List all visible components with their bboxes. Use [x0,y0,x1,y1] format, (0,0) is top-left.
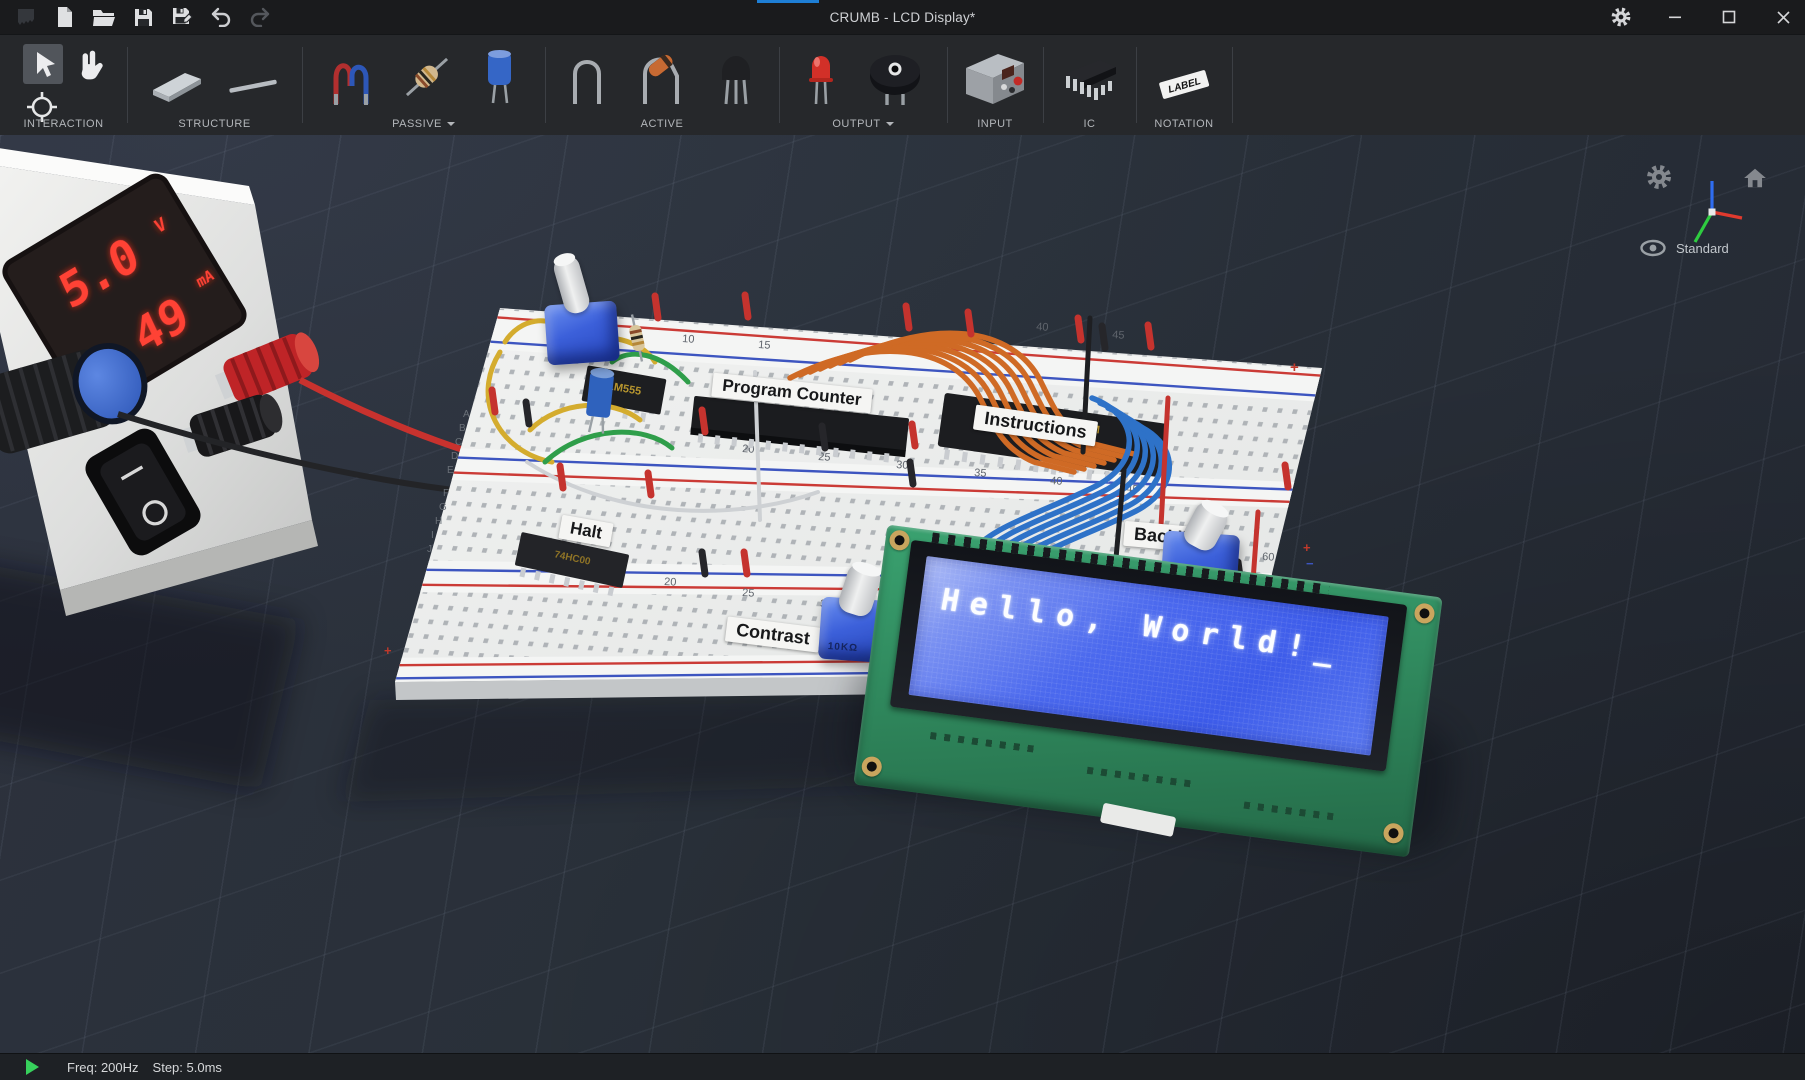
window-title: CRUMB - LCD Display* [0,0,1805,34]
hand-tool-button[interactable] [72,47,104,88]
component-diode-button[interactable] [636,48,686,111]
jumper-wire-icon [328,48,374,106]
component-wire-button[interactable] [225,66,281,111]
section-output: OUTPUT [779,35,947,135]
dropdown-caret-passive [447,122,455,130]
section-interaction: INTERACTION [0,35,127,135]
lcd-solder-pads [930,732,1040,753]
eye-icon [1640,239,1666,257]
section-label-notation: NOTATION [1136,118,1232,130]
component-label-button[interactable]: LABEL [1153,62,1215,111]
component-breadboard-button[interactable] [149,60,205,111]
svg-text:G: G [439,502,447,513]
play-button[interactable] [26,1059,39,1075]
svg-text:10: 10 [682,333,695,346]
section-input: INPUT [947,35,1043,135]
component-dip-chip-button[interactable] [1056,52,1124,111]
section-label-active: ACTIVE [545,118,779,130]
section-active: ACTIVE [545,35,779,135]
power-supply-icon [960,48,1030,106]
svg-text:40: 40 [1050,475,1063,488]
svg-text:+: + [384,643,392,658]
svg-text:−: − [1306,556,1314,571]
section-structure: STRUCTURE [127,35,302,135]
statusbar: Freq: 200Hz Step: 5.0ms [0,1053,1805,1080]
svg-text:J: J [427,544,432,555]
component-jumper-button[interactable] [328,48,374,111]
settings-gear-icon[interactable] [1609,5,1633,29]
svg-text:F: F [443,488,449,499]
section-label-input: INPUT [947,118,1043,130]
bent-wire-icon [566,48,608,106]
svg-text:20: 20 [664,576,677,589]
wire-icon [225,66,281,106]
breadboard-icon [149,60,205,106]
close-button[interactable] [1771,5,1795,29]
scene-settings-button[interactable] [1645,163,1673,196]
svg-text:I: I [431,530,434,541]
pot-value-label: 10KΩ [827,641,858,654]
dip-chip-icon [1056,52,1124,106]
dropdown-caret-output [886,122,894,130]
section-ic: IC [1043,35,1136,135]
svg-text:45: 45 [1112,329,1125,342]
titlebar: CRUMB - LCD Display* [0,0,1805,34]
svg-text:D: D [451,451,458,462]
svg-text:A: A [463,409,470,420]
svg-text:25: 25 [742,587,755,600]
diode-icon [636,48,686,106]
section-label-passive: PASSIVE [302,118,545,130]
lcd-mount-hole [888,529,910,551]
scene-viewport[interactable]: 5.0 V 49 mA [0,135,1805,1053]
crumb-app: CRUMB - LCD Display* [0,0,1805,1080]
gear-icon [1645,163,1673,191]
lcd-mount-hole [1413,602,1435,624]
minimize-button[interactable] [1663,5,1687,29]
lcd-solder-pads [1243,802,1333,821]
led-icon [802,46,840,106]
svg-text:35: 35 [974,467,987,480]
view-preset-control[interactable]: Standard [1640,239,1729,257]
section-label-output: OUTPUT [779,118,947,130]
capacitor-icon [480,46,520,106]
section-label-structure: STRUCTURE [127,118,302,130]
component-buzzer-button[interactable] [866,48,924,111]
component-capacitor-button[interactable] [480,46,520,111]
label-tag-icon: LABEL [1153,62,1215,106]
section-notation: LABEL NOTATION [1136,35,1232,135]
component-toolbar: INTERACTION STRUCTURE [0,34,1805,135]
component-led-button[interactable] [802,46,840,111]
potentiometer-top[interactable] [544,301,620,366]
component-transistor-button[interactable] [714,48,758,111]
section-label-ic: IC [1043,118,1136,130]
component-resistor-button[interactable] [400,48,454,111]
section-passive: PASSIVE [302,35,545,135]
svg-text:+: + [1303,540,1311,555]
lcd-mount-hole [861,755,883,777]
section-label-interaction: INTERACTION [0,118,127,130]
lcd-mount-hole [1382,822,1404,844]
svg-text:40: 40 [1036,321,1049,334]
svg-text:B: B [459,423,466,434]
resistor-icon [400,48,454,106]
svg-text:E: E [447,465,454,476]
transistor-icon [714,48,758,106]
component-power-supply-button[interactable] [960,48,1030,111]
lcd-solder-pads [1087,767,1197,788]
svg-text:60: 60 [1262,551,1275,564]
svg-text:H: H [435,516,442,527]
pointer-arrow-icon [29,49,57,79]
pointer-tool-button[interactable] [23,44,63,84]
view-preset-label: Standard [1676,241,1729,256]
hand-icon [72,47,104,83]
svg-text:C: C [455,437,462,448]
svg-text:+: + [1290,359,1299,376]
svg-text:15: 15 [758,339,771,352]
component-bent-wire-button[interactable] [566,48,608,111]
maximize-button[interactable] [1717,5,1741,29]
status-frequency: Freq: 200Hz [67,1060,139,1075]
buzzer-icon [866,48,924,106]
status-step: Step: 5.0ms [153,1060,222,1075]
